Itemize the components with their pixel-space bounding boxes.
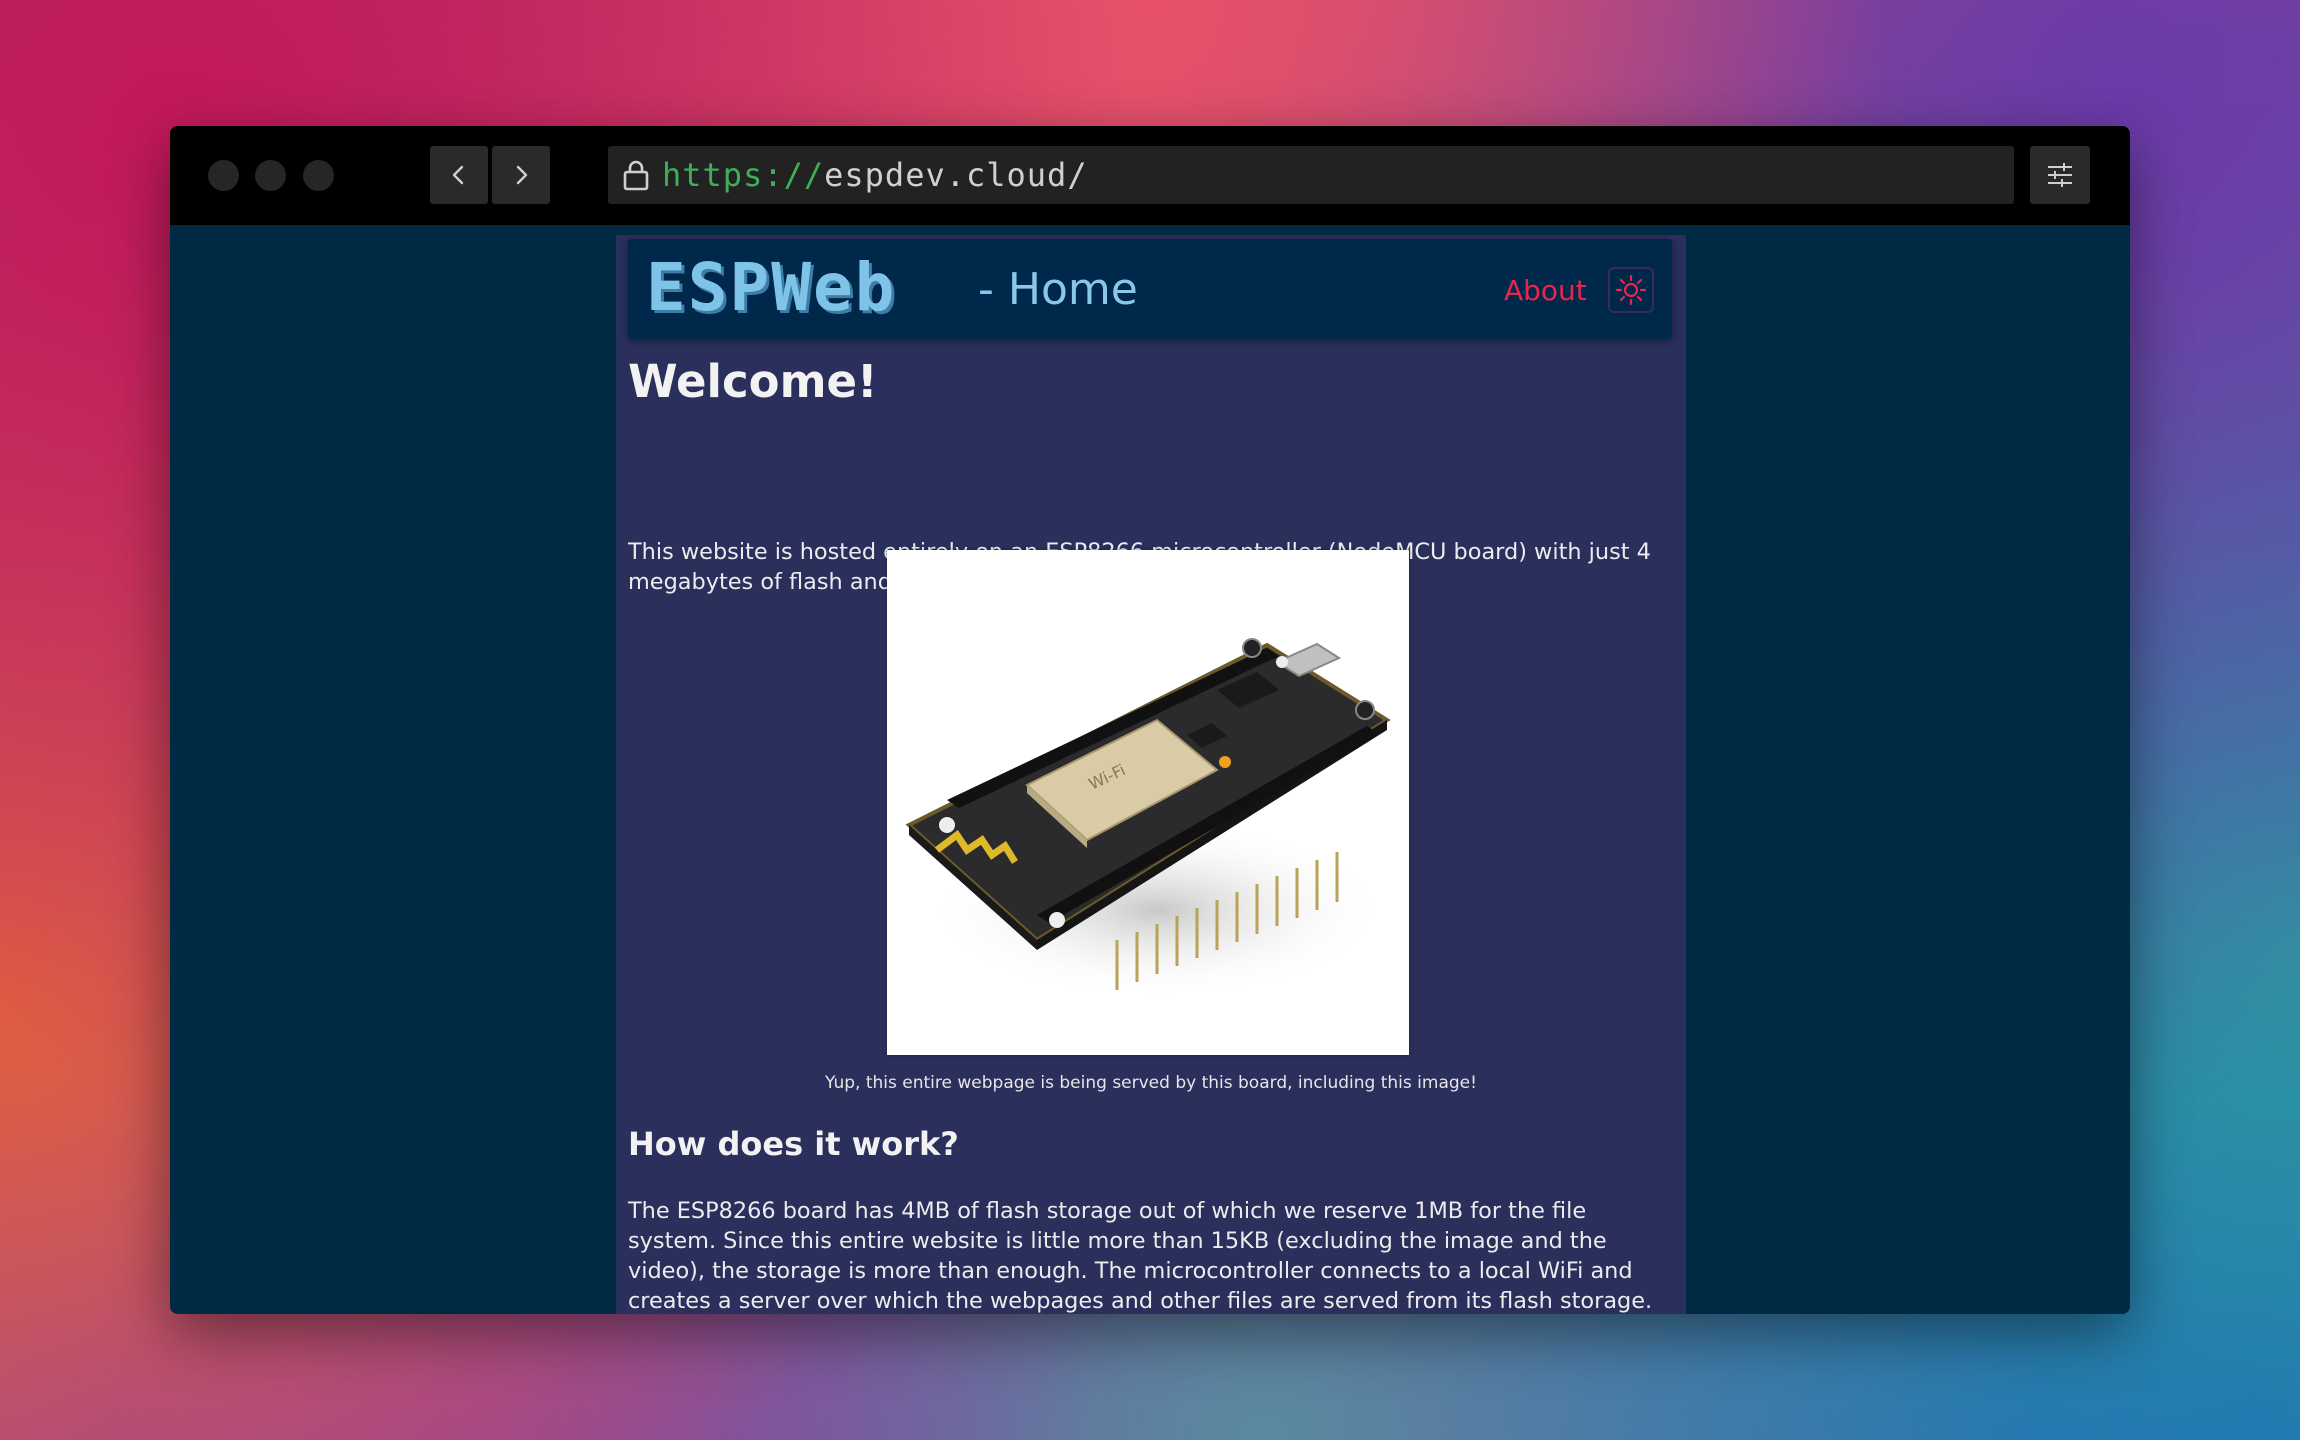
window-minimize-button[interactable] xyxy=(255,160,286,191)
lock-icon xyxy=(620,159,652,191)
sun-icon xyxy=(1615,274,1647,306)
browser-window: https://espdev.cloud/ ESPWeb - Home Abou… xyxy=(170,126,2130,1314)
window-close-button[interactable] xyxy=(208,160,239,191)
welcome-heading: Welcome! xyxy=(628,355,878,408)
url-host: espdev.cloud/ xyxy=(824,156,1088,194)
address-bar[interactable]: https://espdev.cloud/ xyxy=(608,146,2014,204)
window-maximize-button[interactable] xyxy=(303,160,334,191)
nodemcu-board-image: Wi-Fi xyxy=(887,550,1409,1055)
forward-button[interactable] xyxy=(492,146,550,204)
back-button[interactable] xyxy=(430,146,488,204)
url-scheme: https:// xyxy=(662,156,825,194)
chevron-right-icon xyxy=(516,165,528,185)
url-text[interactable]: https://espdev.cloud/ xyxy=(662,156,1088,194)
theme-toggle-button[interactable] xyxy=(1608,267,1654,313)
image-caption: Yup, this entire webpage is being served… xyxy=(825,1073,1477,1093)
chevron-left-icon xyxy=(452,165,464,185)
how-paragraph: The ESP8266 board has 4MB of flash stora… xyxy=(628,1198,1653,1314)
site-header: ESPWeb - Home About xyxy=(628,239,1672,339)
browser-toolbar: https://espdev.cloud/ xyxy=(170,126,2130,225)
nav-about-link[interactable]: About xyxy=(1504,275,1587,307)
page-viewport[interactable]: ESPWeb - Home About Welcome! This websit… xyxy=(170,225,2130,1314)
how-heading: How does it work? xyxy=(628,1125,959,1163)
browser-settings-button[interactable] xyxy=(2030,146,2090,204)
content-column: ESPWeb - Home About Welcome! This websit… xyxy=(616,235,1686,1314)
sliders-icon xyxy=(2048,163,2072,187)
page-title: - Home xyxy=(978,264,1138,315)
site-logo[interactable]: ESPWeb xyxy=(646,253,896,323)
